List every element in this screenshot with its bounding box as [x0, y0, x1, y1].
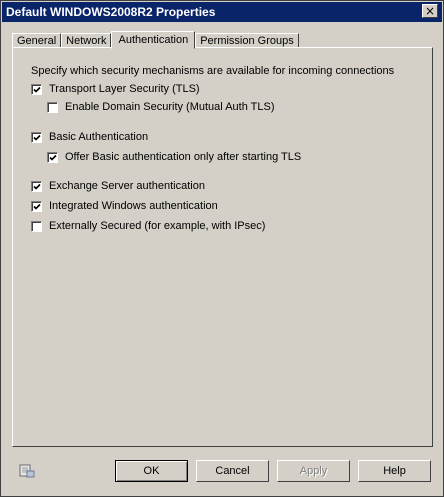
title-bar[interactable]: Default WINDOWS2008R2 Properties × [2, 2, 442, 22]
properties-dialog: Default WINDOWS2008R2 Properties × Gener… [0, 0, 444, 497]
basic-after-tls-option[interactable]: Offer Basic authentication only after st… [47, 151, 301, 163]
help-button[interactable]: Help [358, 460, 431, 482]
windows-auth-option[interactable]: Integrated Windows authentication [31, 200, 218, 212]
checkmark-icon [33, 134, 41, 141]
basic-after-tls-checkbox[interactable] [47, 151, 58, 163]
exchange-auth-label: Exchange Server authentication [49, 180, 205, 192]
ok-button[interactable]: OK [115, 460, 188, 482]
domain-security-label: Enable Domain Security (Mutual Auth TLS) [65, 101, 275, 113]
exchange-auth-checkbox[interactable] [31, 180, 42, 192]
basic-auth-option[interactable]: Basic Authentication [31, 131, 148, 143]
tls-label: Transport Layer Security (TLS) [49, 83, 200, 95]
domain-security-option[interactable]: Enable Domain Security (Mutual Auth TLS) [47, 101, 275, 113]
windows-auth-label: Integrated Windows authentication [49, 200, 218, 212]
tab-general[interactable]: General [12, 33, 62, 48]
tls-checkbox[interactable] [31, 83, 42, 95]
tls-option[interactable]: Transport Layer Security (TLS) [31, 83, 200, 95]
window-title: Default WINDOWS2008R2 Properties [6, 5, 216, 19]
windows-auth-checkbox[interactable] [31, 200, 42, 212]
tab-authentication[interactable]: Authentication [111, 31, 196, 49]
tab-network[interactable]: Network [61, 33, 112, 48]
domain-security-checkbox[interactable] [47, 101, 58, 113]
checkmark-icon [33, 86, 41, 93]
basic-after-tls-label: Offer Basic authentication only after st… [65, 151, 302, 163]
basic-auth-label: Basic Authentication [49, 131, 149, 143]
externally-secured-label: Externally Secured (for example, with IP… [49, 220, 266, 232]
checkmark-icon [33, 183, 41, 190]
close-button[interactable]: × [422, 4, 438, 18]
cancel-button[interactable]: Cancel [196, 460, 269, 482]
checkmark-icon [49, 154, 57, 161]
externally-secured-checkbox[interactable] [31, 220, 42, 232]
tab-permission-groups[interactable]: Permission Groups [195, 33, 299, 48]
close-icon: × [424, 4, 436, 18]
externally-secured-option[interactable]: Externally Secured (for example, with IP… [31, 220, 265, 232]
basic-auth-checkbox[interactable] [31, 131, 42, 143]
apply-button[interactable]: Apply [277, 460, 350, 482]
authentication-panel: Specify which security mechanisms are av… [12, 47, 433, 447]
intro-text: Specify which security mechanisms are av… [31, 65, 395, 77]
tab-strip: General Network Authentication Permissio… [12, 30, 299, 49]
checkmark-icon [33, 203, 41, 210]
properties-page-icon [19, 464, 35, 478]
exchange-auth-option[interactable]: Exchange Server authentication [31, 180, 205, 192]
